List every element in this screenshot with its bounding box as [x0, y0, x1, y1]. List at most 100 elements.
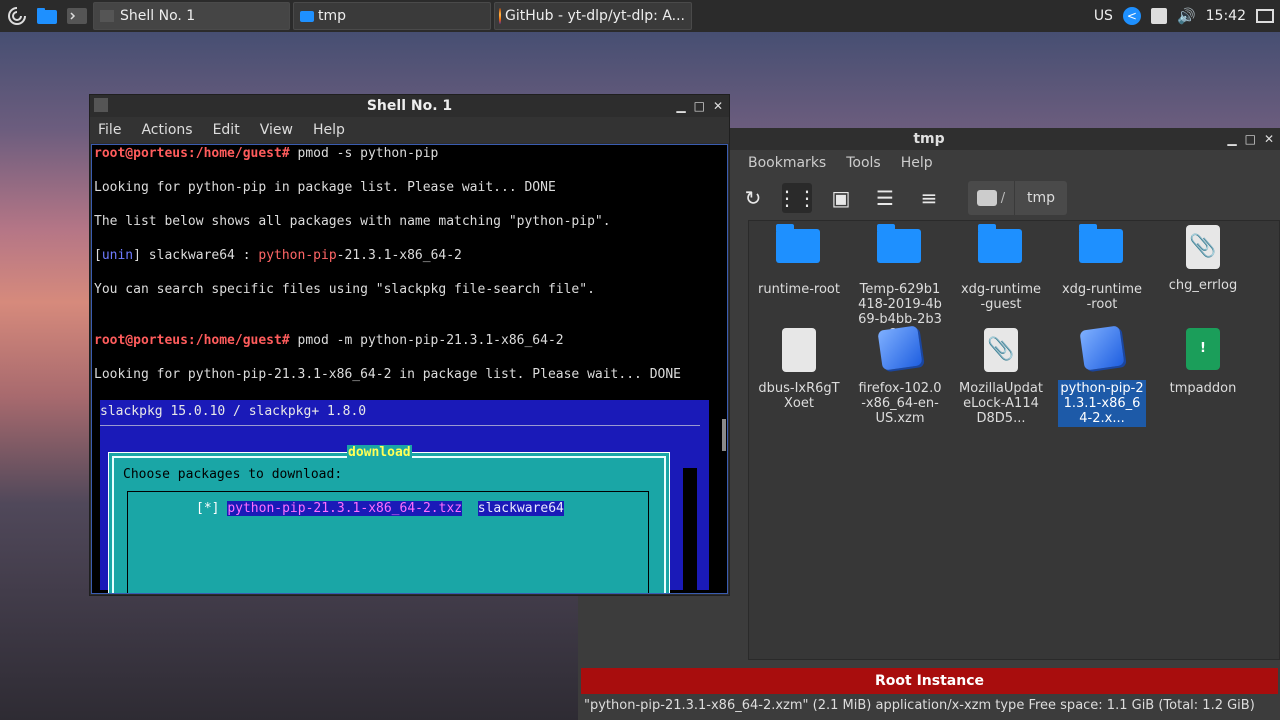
- task-firefox-label: GitHub - yt-dlp/yt-dlp: A...: [504, 8, 685, 24]
- file-name: MozillaUpdateLock-A114D8D5...: [959, 381, 1043, 426]
- paperclip-icon: 📎: [984, 328, 1018, 372]
- task-firefox[interactable]: GitHub - yt-dlp/yt-dlp: A...: [494, 2, 692, 30]
- terminal-line: root@porteus:/home/guest# pmod -m python…: [94, 333, 564, 348]
- terminal-titlebar[interactable]: Shell No. 1 ▁ □ ✕: [90, 95, 729, 117]
- scrollbar[interactable]: [722, 419, 726, 451]
- menu-view[interactable]: View: [260, 122, 293, 138]
- file-item[interactable]: 📎 chg_errlog: [1159, 221, 1247, 294]
- divider: [100, 425, 700, 426]
- file-item-selected[interactable]: python-pip-21.3.1-x86_64-2.x...: [1058, 324, 1146, 427]
- blank-file-icon: [782, 328, 816, 372]
- folder-icon: [300, 10, 314, 22]
- menu-help[interactable]: Help: [313, 122, 345, 138]
- compact-view-icon[interactable]: ☰: [870, 183, 900, 213]
- file-name: xdg-runtime-guest: [960, 282, 1042, 312]
- maximize-icon[interactable]: □: [694, 95, 705, 117]
- firefox-icon: [499, 8, 501, 24]
- terminal-line: Looking for python-pip-21.3.1-x86_64-2 i…: [94, 367, 681, 382]
- icon-view-icon[interactable]: ⋮⋮: [777, 183, 817, 213]
- dialog-title: download: [347, 445, 412, 460]
- slackpkg-header: slackpkg 15.0.10 / slackpkg+ 1.8.0: [100, 404, 367, 419]
- folder-icon: [978, 224, 1022, 263]
- start-menu-icon[interactable]: [4, 3, 30, 29]
- window-title: tmp: [913, 131, 945, 147]
- package-checkbox[interactable]: [*]: [196, 501, 219, 516]
- file-item[interactable]: xdg-runtime-guest: [957, 221, 1045, 313]
- terminal-icon: [100, 10, 114, 22]
- terminal-icon: [94, 98, 108, 112]
- zip-file-icon: !: [1186, 328, 1220, 370]
- maximize-icon[interactable]: □: [1245, 128, 1256, 150]
- file-list[interactable]: runtime-root Temp-629b1418-2019-4b69-b4b…: [748, 220, 1280, 660]
- menu-file[interactable]: File: [98, 122, 121, 138]
- paperclip-icon: 📎: [1186, 225, 1220, 269]
- dialog-prompt: Choose packages to download:: [123, 467, 343, 482]
- display-icon[interactable]: [1256, 9, 1274, 23]
- terminal-window: Shell No. 1 ▁ □ ✕ File Actions Edit View…: [89, 94, 730, 596]
- task-tmp-label: tmp: [318, 8, 347, 24]
- file-name: runtime-root: [758, 282, 840, 297]
- task-tmp[interactable]: tmp: [293, 2, 491, 30]
- breadcrumb-tmp[interactable]: tmp: [1015, 190, 1067, 206]
- terminal-menubar: File Actions Edit View Help: [90, 117, 729, 143]
- dialog-shadow: [683, 468, 697, 593]
- menu-edit[interactable]: Edit: [213, 122, 240, 138]
- menu-tools[interactable]: Tools: [846, 155, 881, 171]
- breadcrumb-root[interactable]: /: [968, 181, 1015, 215]
- file-name: xdg-runtime-root: [1061, 282, 1143, 312]
- package-row[interactable]: [*] python-pip-21.3.1-x86_64-2.txz slack…: [196, 501, 564, 516]
- menu-help[interactable]: Help: [901, 155, 933, 171]
- file-item[interactable]: xdg-runtime-root: [1058, 221, 1146, 313]
- file-item[interactable]: 📎 MozillaUpdateLock-A114D8D5...: [957, 324, 1045, 427]
- breadcrumb: / tmp: [968, 181, 1068, 215]
- xzm-package-icon: [877, 325, 923, 371]
- file-item[interactable]: runtime-root: [755, 221, 843, 298]
- menu-actions[interactable]: Actions: [141, 122, 192, 138]
- thumbnail-view-icon[interactable]: ▣: [826, 183, 856, 213]
- close-icon[interactable]: ✕: [713, 95, 723, 117]
- keyboard-layout[interactable]: US: [1094, 8, 1113, 24]
- file-name: dbus-IxR6gTXoet: [758, 381, 840, 411]
- package-name[interactable]: python-pip-21.3.1-x86_64-2.txz: [227, 501, 463, 516]
- status-bar: "python-pip-21.3.1-x86_64-2.xzm" (2.1 Mi…: [584, 698, 1255, 713]
- terminal-line: [unin] slackware64 : python-pip-21.3.1-x…: [94, 248, 462, 263]
- clock[interactable]: 15:42: [1206, 8, 1246, 24]
- terminal-output[interactable]: root@porteus:/home/guest# pmod -s python…: [91, 144, 728, 594]
- file-item[interactable]: dbus-IxR6gTXoet: [755, 324, 843, 412]
- minimize-icon[interactable]: ▁: [676, 95, 685, 117]
- task-shell-label: Shell No. 1: [120, 8, 196, 24]
- terminal-line: You can search specific files using "sla…: [94, 282, 595, 297]
- file-name: python-pip-21.3.1-x86_64-2.x...: [1058, 380, 1146, 427]
- slackpkg-screen: slackpkg 15.0.10 / slackpkg+ 1.8.0 downl…: [100, 400, 709, 593]
- download-dialog: download Choose packages to download: [*…: [108, 445, 670, 593]
- menu-bookmarks[interactable]: Bookmarks: [748, 155, 826, 171]
- folder-icon: [776, 224, 820, 263]
- file-name: tmpaddon: [1169, 381, 1237, 396]
- share-icon[interactable]: <: [1122, 7, 1141, 25]
- terminal-line: Looking for python-pip in package list. …: [94, 180, 556, 195]
- volume-icon[interactable]: 🔊: [1177, 7, 1196, 25]
- terminal-launcher-icon[interactable]: [64, 3, 90, 29]
- root-instance-banner: Root Instance: [581, 668, 1278, 694]
- minimize-icon[interactable]: ▁: [1227, 128, 1236, 150]
- file-item[interactable]: ! tmpaddon: [1159, 324, 1247, 397]
- file-name: chg_errlog: [1168, 278, 1238, 293]
- task-shell[interactable]: Shell No. 1: [93, 2, 290, 30]
- reload-icon[interactable]: ↻: [738, 183, 768, 213]
- file-name: firefox-102.0-x86_64-en-US.xzm: [858, 381, 942, 426]
- system-tray: US < 🔊 15:42: [1094, 0, 1280, 32]
- xzm-package-icon: [1079, 325, 1125, 371]
- folder-icon: [877, 224, 921, 263]
- close-icon[interactable]: ✕: [1264, 128, 1274, 150]
- file-item[interactable]: firefox-102.0-x86_64-en-US.xzm: [856, 324, 944, 427]
- clipboard-icon[interactable]: [1150, 8, 1167, 24]
- package-repo: slackware64: [477, 501, 564, 516]
- window-title: Shell No. 1: [366, 98, 453, 114]
- file-manager-launcher-icon[interactable]: [34, 3, 60, 29]
- taskbar: Shell No. 1 tmp GitHub - yt-dlp/yt-dlp: …: [0, 0, 1280, 32]
- detailed-view-icon[interactable]: ≡: [914, 183, 944, 213]
- package-checklist: [*] python-pip-21.3.1-x86_64-2.txz slack…: [127, 491, 649, 593]
- terminal-line: The list below shows all packages with n…: [94, 214, 611, 229]
- terminal-line: root@porteus:/home/guest# pmod -s python…: [94, 146, 439, 161]
- drive-icon: [976, 190, 997, 206]
